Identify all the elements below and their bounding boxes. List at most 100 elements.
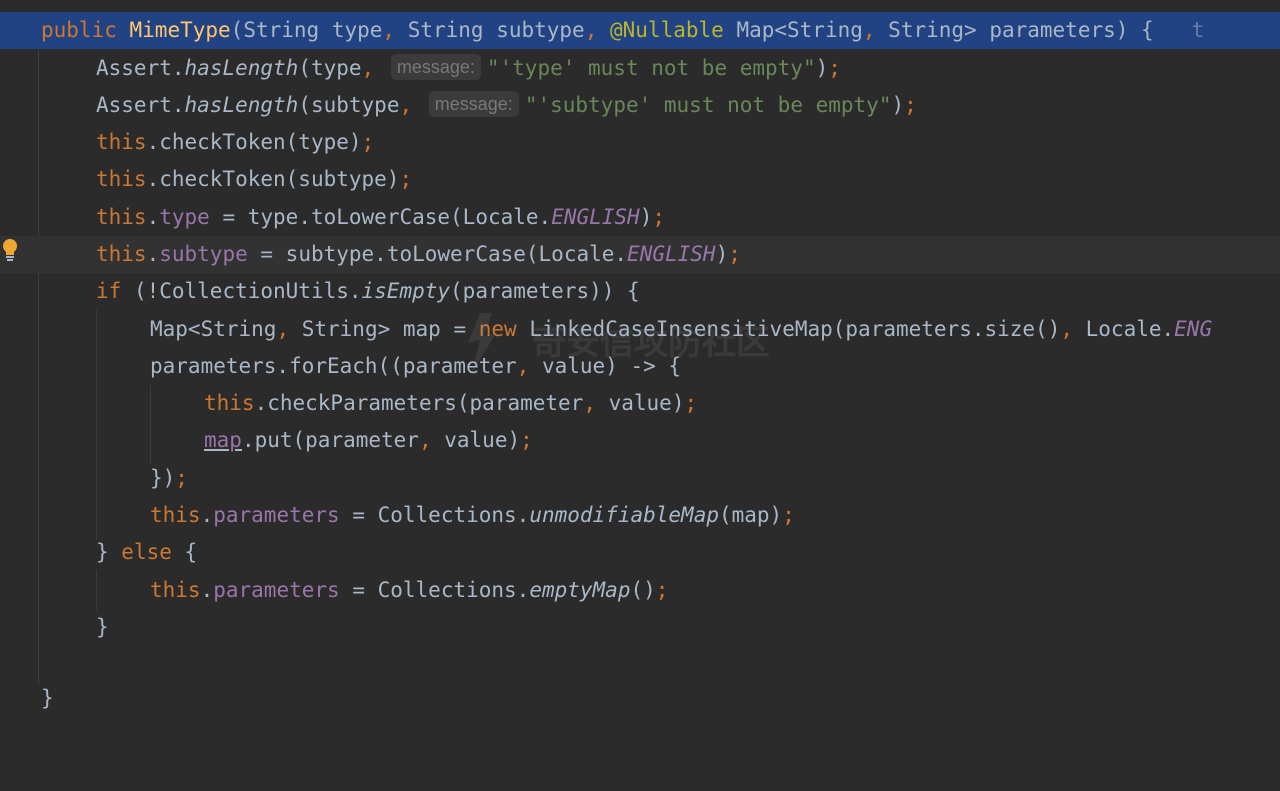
code-text: = Collections.	[339, 578, 530, 602]
constructor-name: MimeType	[129, 18, 231, 42]
code-text: }	[96, 615, 109, 639]
static-method: isEmpty	[361, 279, 451, 303]
code-text: (type	[298, 56, 362, 80]
code-line[interactable]: this.type = type.toLowerCase(Locale.ENGL…	[0, 199, 1280, 236]
code-line[interactable]: this.checkToken(type);	[0, 124, 1280, 161]
parameter-hint: message:	[390, 54, 481, 80]
code-line[interactable]: Assert.hasLength(type, message: "'type' m…	[0, 50, 1280, 87]
keyword: this	[96, 242, 147, 266]
code-line[interactable]: if (!CollectionUtils.isEmpty(parameters)…	[0, 273, 1280, 310]
punctuation: ;	[361, 130, 375, 154]
punctuation: ;	[828, 56, 841, 80]
static-method: hasLength	[184, 56, 299, 80]
punctuation: ,	[361, 56, 387, 80]
code-text: .checkToken(type)	[146, 130, 362, 154]
code-line-current[interactable]: this.subtype = subtype.toLowerCase(Local…	[0, 236, 1280, 273]
annotation: @Nullable	[610, 18, 724, 42]
code-line[interactable]: this.parameters = Collections.emptyMap()…	[0, 572, 1280, 609]
static-constant: ENGLISH	[627, 242, 716, 266]
code-text: (String type	[230, 18, 383, 42]
punctuation: ,	[584, 18, 610, 42]
punctuation: ,	[399, 93, 425, 117]
keyword: this	[150, 578, 201, 602]
string-literal: "'type' must not be empty"	[486, 56, 816, 80]
punctuation: ,	[382, 18, 408, 42]
parameter-hint: message:	[428, 91, 519, 117]
code-text: = type.toLowerCase(Locale.	[209, 205, 552, 229]
code-text: {	[171, 540, 198, 564]
punctuation: ;	[652, 205, 666, 229]
code-text: String> parameters) {	[888, 18, 1154, 42]
static-method: emptyMap	[529, 578, 631, 602]
punctuation: ;	[520, 428, 533, 452]
code-line[interactable]	[0, 646, 1280, 683]
code-text: })	[150, 466, 176, 490]
code-line[interactable]: });	[0, 460, 1280, 497]
punctuation: ;	[904, 93, 917, 117]
watermark: 奇安信攻防社区	[440, 308, 840, 378]
keyword: this	[96, 205, 147, 229]
punctuation: ;	[655, 578, 669, 602]
code-text: .	[200, 503, 214, 527]
punctuation: ;	[175, 466, 188, 490]
static-method: unmodifiableMap	[529, 503, 719, 527]
code-line[interactable]: Assert.hasLength(subtype, message: "'subt…	[0, 87, 1280, 124]
field: parameters	[213, 578, 340, 602]
string-literal: "'subtype' must not be empty"	[524, 93, 892, 117]
captured-variable: map	[204, 428, 242, 452]
code-text: (subtype	[298, 93, 400, 117]
code-text: String subtype	[407, 18, 585, 42]
code-text: (map)	[718, 503, 783, 527]
code-line[interactable]: this.checkToken(subtype);	[0, 161, 1280, 198]
static-method: hasLength	[184, 93, 299, 117]
punctuation: ;	[399, 167, 413, 191]
code-text: = Collections.	[339, 503, 530, 527]
code-line[interactable]: map.put(parameter, value);	[0, 422, 1280, 459]
lightbulb-icon[interactable]	[1, 238, 19, 262]
code-line[interactable]: this.parameters = Collections.unmodifiab…	[0, 497, 1280, 534]
code-text: .put(parameter	[241, 428, 419, 452]
punctuation: ,	[276, 317, 302, 341]
keyword: this	[96, 167, 147, 191]
watermark-logo-icon	[468, 313, 496, 373]
code-text: .checkParameters(parameter	[254, 391, 584, 415]
keyword: if	[96, 279, 122, 303]
code-text: value)	[608, 391, 685, 415]
code-text: )	[815, 56, 829, 80]
code-text: t	[1153, 18, 1205, 42]
field: parameters	[213, 503, 340, 527]
code-text: }	[96, 540, 122, 564]
code-text: )	[715, 242, 729, 266]
field: type	[159, 205, 210, 229]
code-line[interactable]: } else {	[0, 534, 1280, 571]
code-text: = subtype.toLowerCase(Locale.	[247, 242, 628, 266]
keyword: else	[121, 540, 172, 564]
punctuation: ,	[418, 428, 445, 452]
code-text: Map<String	[723, 18, 863, 42]
code-line[interactable]: public MimeType(String type, String subt…	[0, 12, 1280, 49]
code-text: (!CollectionUtils.	[121, 279, 362, 303]
code-text: )	[639, 205, 653, 229]
punctuation: ,	[1060, 317, 1086, 341]
code-text: Assert.	[96, 56, 185, 80]
keyword: this	[96, 130, 147, 154]
code-text: value)	[444, 428, 521, 452]
code-text: .	[200, 578, 214, 602]
punctuation: ;	[684, 391, 698, 415]
keyword: public	[41, 18, 130, 42]
code-text: ()	[630, 578, 656, 602]
keyword: this	[150, 503, 201, 527]
code-text: (parameters)) {	[450, 279, 640, 303]
punctuation: ,	[583, 391, 609, 415]
field: subtype	[159, 242, 248, 266]
code-text: }	[41, 686, 54, 710]
punctuation: ;	[782, 503, 795, 527]
punctuation: ;	[728, 242, 741, 266]
code-text: .checkToken(subtype)	[146, 167, 400, 191]
code-line[interactable]: }	[0, 609, 1280, 646]
code-text: .	[146, 205, 160, 229]
code-editor[interactable]: public MimeType(String type, String subt…	[0, 0, 1280, 710]
code-line[interactable]: this.checkParameters(parameter, value);	[0, 385, 1280, 422]
static-constant: ENGLISH	[551, 205, 640, 229]
code-text: )	[891, 93, 905, 117]
